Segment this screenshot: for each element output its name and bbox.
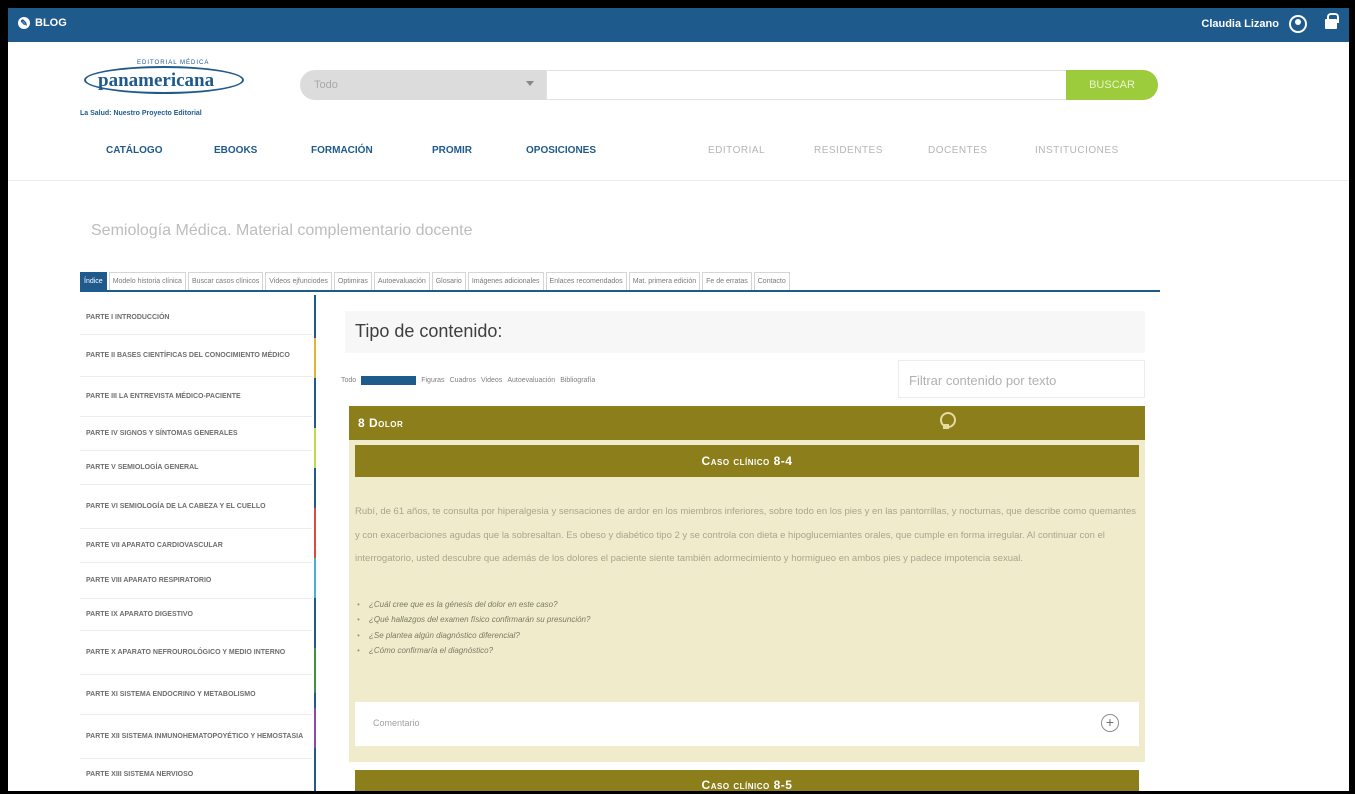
sidebar-item[interactable]: PARTE I INTRODUCCIÓN [80,301,312,335]
user-name[interactable]: Claudia Lizano [1201,18,1279,30]
filter-cuadros[interactable]: Cuadros [450,377,476,384]
sidebar-item[interactable]: PARTE II BASES CIENTÍFICAS DEL CONOCIMIE… [80,335,312,377]
header-divider [8,180,1349,181]
sidebar-color-segment [314,508,316,558]
content-type-title: Tipo de contenido: [355,321,503,341]
sidebar-item[interactable]: PARTE V SEMIOLOGÍA GENERAL [80,451,312,485]
case-question: ¿Se plantea algún diagnóstico diferencia… [355,628,1115,644]
filter-bibliografia[interactable]: Bibliografía [560,377,595,384]
search-button[interactable]: BUSCAR [1066,70,1158,100]
content-tabs: Índice Modelo historia clínica Buscar ca… [80,270,1160,292]
page-title: Semiología Médica. Material complementar… [91,222,473,239]
nav-docentes[interactable]: DOCENTES [928,145,988,156]
section-title-bar[interactable]: 8 Dolor [349,406,1145,440]
lock-icon[interactable] [1325,13,1339,29]
sidebar-item[interactable]: PARTE III LA ENTREVISTA MÉDICO-PACIENTE [80,377,312,417]
nav-residentes[interactable]: RESIDENTES [814,145,883,156]
top-bar: ✎ BLOG Claudia Lizano [8,8,1349,42]
case-question: ¿Qué hallazgos del examen físico confirm… [355,612,1115,628]
browser-viewport: ✎ BLOG Claudia Lizano EDITORIAL MÉDICA p… [8,8,1349,791]
content-type-header: Tipo de contenido: [345,311,1145,353]
sidebar-color-segment [314,338,316,378]
nav-promir[interactable]: PROMIR [432,145,472,156]
content-filters: Todo Casos clínicos Figuras Cuadros Vide… [341,376,595,385]
next-case-title[interactable]: Caso clínico 8-5 [355,770,1139,791]
search-category-select[interactable]: Todo [300,70,546,100]
sidebar: PARTE I INTRODUCCIÓN PARTE II BASES CIEN… [80,301,312,791]
nav-ebooks[interactable]: EBOOKS [214,145,257,156]
filter-text-input[interactable]: Filtrar contenido por texto [898,360,1145,398]
tab-imagenes[interactable]: Imágenes adicionales [467,272,544,290]
tab-optimiras[interactable]: Optimiras [333,272,372,290]
case-panel: Caso clínico 8-4 Rubí, de 61 años, te co… [349,440,1145,762]
logo[interactable]: EDITORIAL MÉDICA panamericana La Salud: … [80,60,250,122]
tab-indice[interactable]: Índice [80,272,107,290]
search-input[interactable] [546,70,1074,100]
search-category-value: Todo [314,79,338,91]
logo-tagline: La Salud: Nuestro Proyecto Editorial [80,110,202,117]
sidebar-item[interactable]: PARTE VI SEMIOLOGÍA DE LA CABEZA Y EL CU… [80,485,312,529]
case-question: ¿Cuál cree que es la génesis del dolor e… [355,597,1115,613]
sidebar-item[interactable]: PARTE X APARATO NEFROUROLÓGICO Y MEDIO I… [80,631,312,675]
nav-editorial[interactable]: EDITORIAL [708,145,765,156]
tab-modelo-historia[interactable]: Modelo historia clínica [108,272,186,290]
sidebar-item[interactable]: PARTE IX APARATO DIGESTIVO [80,599,312,631]
sidebar-item[interactable]: PARTE VIII APARATO RESPIRATORIO [80,563,312,599]
filter-figuras[interactable]: Figuras [421,377,444,384]
chevron-down-icon [526,81,534,86]
sidebar-color-segment [314,708,316,748]
nav-oposiciones[interactable]: OPOSICIONES [526,145,596,156]
blog-icon: ✎ [18,17,30,29]
sidebar-item[interactable]: PARTE IV SIGNOS Y SÍNTOMAS GENERALES [80,417,312,451]
comment-row[interactable]: Comentario + [355,702,1139,746]
expand-plus-icon[interactable]: + [1101,714,1119,732]
sidebar-color-segment [314,558,316,598]
filter-videos[interactable]: Videos [481,377,502,384]
filter-todo[interactable]: Todo [341,377,356,384]
blog-label: BLOG [35,17,67,29]
section-title: 8 Dolor [358,416,404,430]
case-title: Caso clínico 8-4 [355,445,1139,477]
tab-contacto[interactable]: Contacto [753,272,790,290]
lightbulb-icon [939,412,956,430]
tab-buscar-casos[interactable]: Buscar casos clínicos [187,272,264,290]
nav-formacion[interactable]: FORMACIÓN [311,145,373,156]
user-icon[interactable] [1289,15,1307,33]
tab-autoevaluacion[interactable]: Autoevaluación [373,272,430,290]
case-description: Rubí, de 61 años, te consulta por hipera… [355,506,1137,565]
sidebar-item[interactable]: PARTE XII SISTEMA INMUNOHEMATOPOYÉTICO Y… [80,715,312,759]
logo-name: panamericana [98,70,215,91]
sidebar-item[interactable]: PARTE XI SISTEMA ENDOCRINO Y METABOLISMO [80,675,312,715]
nav-catalogo[interactable]: CATÁLOGO [106,145,162,156]
tab-fe-erratas[interactable]: Fe de erratas [702,272,752,290]
tab-enlaces[interactable]: Enlaces recomendados [545,272,627,290]
sidebar-item[interactable]: PARTE XIII SISTEMA NERVIOSO [80,759,312,791]
logo-top-text: EDITORIAL MÉDICA [135,60,212,66]
filter-autoevaluacion[interactable]: Autoevaluación [507,377,555,384]
nav-instituciones[interactable]: INSTITUCIONES [1035,145,1119,156]
tab-primera-edicion[interactable]: Mat. primera edición [628,272,701,290]
filter-casos-clinicos[interactable]: Casos clínicos [361,376,417,385]
sidebar-item[interactable]: PARTE VII APARATO CARDIOVASCULAR [80,529,312,563]
sidebar-color-segment [314,428,316,468]
tab-glosario[interactable]: Glosario [431,272,466,290]
tab-videos[interactable]: Videos ejfunciodes [265,272,332,290]
sidebar-color-segment [314,648,316,693]
blog-link[interactable]: ✎ BLOG [18,17,67,29]
comment-label: Comentario [373,718,420,728]
case-question: ¿Cómo confirmaría el diagnóstico? [355,643,1115,659]
case-questions: ¿Cuál cree que es la génesis del dolor e… [355,597,1115,659]
